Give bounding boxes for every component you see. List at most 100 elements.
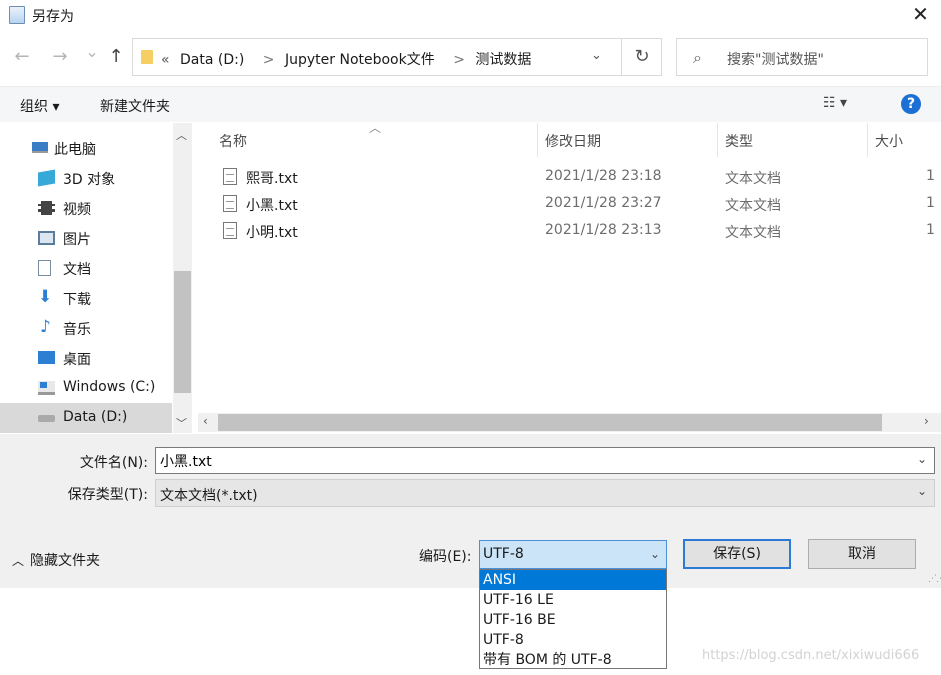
change-view-icon[interactable]: ☷ ▾ bbox=[823, 95, 847, 111]
sidebar-item-label: 此电脑 bbox=[54, 142, 96, 158]
chevron-up-icon: ︿ bbox=[12, 554, 25, 568]
sidebar-item-label: 文档 bbox=[63, 262, 91, 278]
breadcrumb-separator-icon[interactable]: > bbox=[263, 52, 275, 68]
encoding-dropdown-chevron-icon[interactable]: ⌄ bbox=[650, 547, 660, 561]
filetype-dropdown-chevron-icon[interactable]: ⌄ bbox=[917, 484, 927, 498]
file-type: 文本文档 bbox=[725, 225, 781, 241]
picture-icon bbox=[38, 231, 55, 245]
hide-folders-label: 隐藏文件夹 bbox=[30, 553, 101, 569]
scroll-up-chevron-icon[interactable]: ︿ bbox=[176, 127, 187, 143]
title-bar: 另存为 ✕ bbox=[0, 0, 941, 30]
sidebar-item-pictures[interactable]: 图片 bbox=[0, 223, 172, 253]
sidebar-item-desktop[interactable]: 桌面 bbox=[0, 343, 172, 373]
cancel-button[interactable]: 取消 bbox=[808, 539, 916, 569]
breadcrumb-separator-icon[interactable]: > bbox=[453, 52, 465, 68]
resize-grip-icon[interactable]: ⋰⋰ bbox=[928, 574, 941, 584]
sidebar-item-this-pc[interactable]: 此电脑 bbox=[0, 133, 172, 163]
filetype-select[interactable]: 文本文档(*.txt) bbox=[155, 479, 935, 507]
column-header-type[interactable]: 类型 bbox=[725, 123, 753, 157]
sidebar-item-3d-objects[interactable]: 3D 对象 bbox=[0, 163, 172, 193]
filename-label: 文件名(N): bbox=[79, 455, 148, 471]
column-header-date[interactable]: 修改日期 bbox=[545, 123, 601, 157]
breadcrumb-item[interactable]: 测试数据 bbox=[475, 52, 531, 68]
sort-ascending-icon: ︿ bbox=[369, 121, 382, 135]
music-icon: ♪ bbox=[40, 317, 51, 337]
navigation-bar: ← → ⌄ ↑ « Data (D:) > Jupyter Notebook文件… bbox=[0, 36, 941, 80]
table-row[interactable]: 熙哥.txt 2021/1/28 23:18 文本文档 1 bbox=[216, 165, 941, 192]
breadcrumb: « Data (D:) > Jupyter Notebook文件 > 测试数据 bbox=[161, 49, 537, 69]
scrollbar-thumb[interactable] bbox=[218, 414, 882, 431]
cube-icon bbox=[38, 169, 55, 187]
download-icon: ⬇ bbox=[38, 287, 53, 307]
sidebar-item-label: 桌面 bbox=[63, 352, 91, 368]
notepad-app-icon bbox=[9, 6, 25, 24]
table-row[interactable]: 小黑.txt 2021/1/28 23:27 文本文档 1 bbox=[216, 192, 941, 219]
encoding-option-utf8-bom[interactable]: 带有 BOM 的 UTF-8 bbox=[480, 650, 666, 670]
text-file-icon bbox=[223, 195, 237, 212]
sidebar-item-videos[interactable]: 视频 bbox=[0, 193, 172, 223]
recent-locations-chevron-icon[interactable]: ⌄ bbox=[80, 42, 104, 61]
encoding-select[interactable]: UTF-8 bbox=[479, 540, 667, 569]
search-icon: ⌕ bbox=[693, 48, 702, 67]
address-bar[interactable]: « Data (D:) > Jupyter Notebook文件 > 测试数据 … bbox=[132, 38, 662, 76]
sidebar-item-label: 视频 bbox=[63, 202, 91, 218]
encoding-label: 编码(E): bbox=[419, 549, 472, 565]
up-arrow-icon[interactable]: ↑ bbox=[104, 46, 128, 67]
navigation-pane-scrollbar[interactable]: ︿ ﹀ bbox=[173, 123, 192, 433]
sidebar-item-documents[interactable]: 文档 bbox=[0, 253, 172, 283]
document-icon bbox=[38, 260, 51, 276]
watermark: https://blog.csdn.net/xixiwudi666 bbox=[702, 648, 920, 663]
new-folder-button[interactable]: 新建文件夹 bbox=[100, 96, 170, 116]
search-input[interactable]: 搜索"测试数据" bbox=[727, 49, 824, 69]
save-as-dialog: 另存为 ✕ ← → ⌄ ↑ « Data (D:) > Jupyter Note… bbox=[0, 0, 941, 588]
filename-input[interactable] bbox=[155, 447, 935, 474]
encoding-option-utf16be[interactable]: UTF-16 BE bbox=[480, 610, 666, 630]
file-name: 小明.txt bbox=[246, 225, 298, 241]
sidebar-item-label: 图片 bbox=[63, 232, 91, 248]
sidebar-item-label: Data (D:) bbox=[63, 409, 128, 425]
scrollbar-thumb[interactable] bbox=[174, 271, 191, 393]
refresh-icon[interactable]: ↻ bbox=[621, 39, 662, 75]
address-dropdown-chevron-icon[interactable]: ⌄ bbox=[591, 48, 602, 63]
search-box[interactable]: ⌕ 搜索"测试数据" bbox=[676, 38, 928, 76]
column-header-size[interactable]: 大小 bbox=[875, 123, 903, 157]
encoding-option-ansi[interactable]: ANSI bbox=[480, 570, 666, 590]
scroll-right-chevron-icon[interactable]: › bbox=[924, 414, 929, 428]
sidebar-item-downloads[interactable]: ⬇ 下载 bbox=[0, 283, 172, 313]
file-name: 熙哥.txt bbox=[246, 171, 298, 187]
encoding-option-utf16le[interactable]: UTF-16 LE bbox=[480, 590, 666, 610]
drive-icon bbox=[38, 415, 55, 422]
scroll-down-chevron-icon[interactable]: ﹀ bbox=[176, 415, 187, 431]
help-icon[interactable]: ? bbox=[901, 94, 921, 114]
file-list-horizontal-scrollbar[interactable]: ‹ › bbox=[198, 413, 941, 432]
file-type: 文本文档 bbox=[725, 171, 781, 187]
window-title: 另存为 bbox=[32, 9, 74, 25]
table-row[interactable]: 小明.txt 2021/1/28 23:13 文本文档 1 bbox=[216, 219, 941, 246]
windows-drive-icon bbox=[38, 381, 55, 395]
encoding-option-utf8[interactable]: UTF-8 bbox=[480, 630, 666, 650]
file-type: 文本文档 bbox=[725, 198, 781, 214]
column-header-name[interactable]: 名称 bbox=[219, 123, 247, 157]
hide-folders-button[interactable]: ︿ 隐藏文件夹 bbox=[12, 550, 100, 570]
scroll-left-chevron-icon[interactable]: ‹ bbox=[203, 414, 208, 428]
forward-arrow-icon[interactable]: → bbox=[48, 46, 72, 67]
file-size: 1 bbox=[926, 222, 935, 238]
back-arrow-icon[interactable]: ← bbox=[10, 46, 34, 67]
breadcrumb-item[interactable]: Jupyter Notebook文件 bbox=[285, 52, 435, 68]
save-button[interactable]: 保存(S) bbox=[683, 539, 791, 569]
file-size: 1 bbox=[926, 168, 935, 184]
sidebar-item-windows-c[interactable]: Windows (C:) bbox=[0, 373, 172, 403]
filetype-label: 保存类型(T): bbox=[67, 487, 148, 503]
filename-dropdown-chevron-icon[interactable]: ⌄ bbox=[917, 452, 927, 466]
file-date: 2021/1/28 23:27 bbox=[545, 195, 662, 211]
breadcrumb-item[interactable]: Data (D:) bbox=[180, 52, 244, 68]
sidebar-item-music[interactable]: ♪ 音乐 bbox=[0, 313, 172, 343]
sidebar-item-data-d[interactable]: Data (D:) bbox=[0, 403, 172, 433]
save-options-panel: 文件名(N): ⌄ 保存类型(T): 文本文档(*.txt) ⌄ ︿隐藏文件夹 … bbox=[0, 434, 941, 588]
film-icon bbox=[38, 201, 55, 215]
close-icon[interactable]: ✕ bbox=[900, 0, 941, 30]
file-date: 2021/1/28 23:13 bbox=[545, 222, 662, 238]
text-file-icon bbox=[223, 222, 237, 239]
breadcrumb-overflow[interactable]: « bbox=[161, 52, 170, 68]
organize-button[interactable]: 组织 ▾ bbox=[20, 96, 59, 116]
